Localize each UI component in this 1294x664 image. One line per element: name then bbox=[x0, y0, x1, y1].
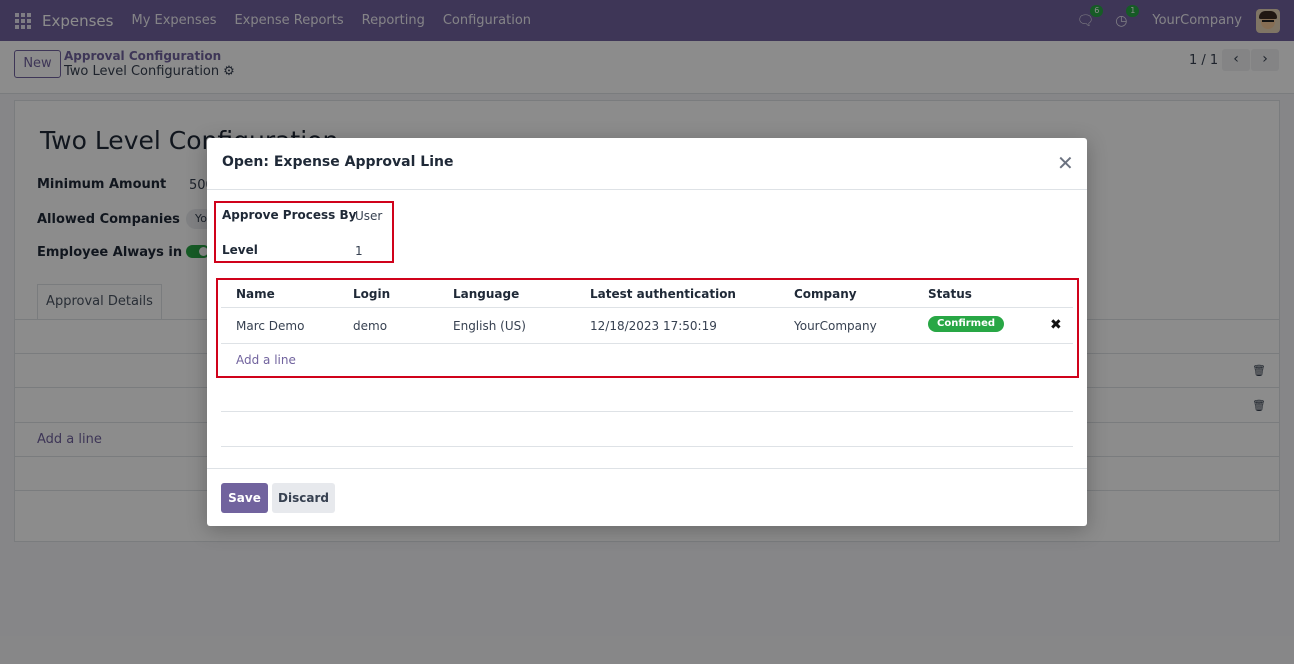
column-company[interactable]: Company bbox=[794, 287, 857, 301]
column-language[interactable]: Language bbox=[453, 287, 519, 301]
row-company: YourCompany bbox=[794, 319, 877, 333]
save-button[interactable]: Save bbox=[221, 483, 268, 513]
divider bbox=[221, 446, 1073, 447]
row-login: demo bbox=[353, 319, 388, 333]
divider bbox=[221, 411, 1073, 412]
table-row[interactable]: Marc Demo demo English (US) 12/18/2023 1… bbox=[221, 308, 1073, 344]
users-table-header: Name Login Language Latest authenticatio… bbox=[221, 281, 1073, 308]
column-name[interactable]: Name bbox=[236, 287, 275, 301]
level-field[interactable]: 1 bbox=[355, 244, 363, 258]
dialog-footer: Save Discard bbox=[207, 468, 1087, 526]
approve-process-label: Approve Process By bbox=[222, 208, 357, 222]
column-login[interactable]: Login bbox=[353, 287, 390, 301]
discard-button[interactable]: Discard bbox=[272, 483, 335, 513]
dialog-title: Open: Expense Approval Line bbox=[222, 154, 454, 170]
column-status[interactable]: Status bbox=[928, 287, 972, 301]
row-language: English (US) bbox=[453, 319, 526, 333]
row-latest-authentication: 12/18/2023 17:50:19 bbox=[590, 319, 717, 333]
column-latest-authentication[interactable]: Latest authentication bbox=[590, 287, 736, 301]
level-label: Level bbox=[222, 243, 258, 257]
approval-line-dialog: Open: Expense Approval Line ✕ Approve Pr… bbox=[207, 138, 1087, 526]
row-name: Marc Demo bbox=[236, 319, 305, 333]
remove-row-icon[interactable]: ✖ bbox=[1050, 317, 1062, 333]
close-icon[interactable]: ✕ bbox=[1057, 151, 1074, 175]
approve-process-field[interactable]: User bbox=[355, 209, 382, 223]
add-line-link[interactable]: Add a line bbox=[236, 353, 296, 367]
status-badge: Confirmed bbox=[928, 316, 1005, 332]
dialog-header: Open: Expense Approval Line ✕ bbox=[207, 138, 1087, 190]
